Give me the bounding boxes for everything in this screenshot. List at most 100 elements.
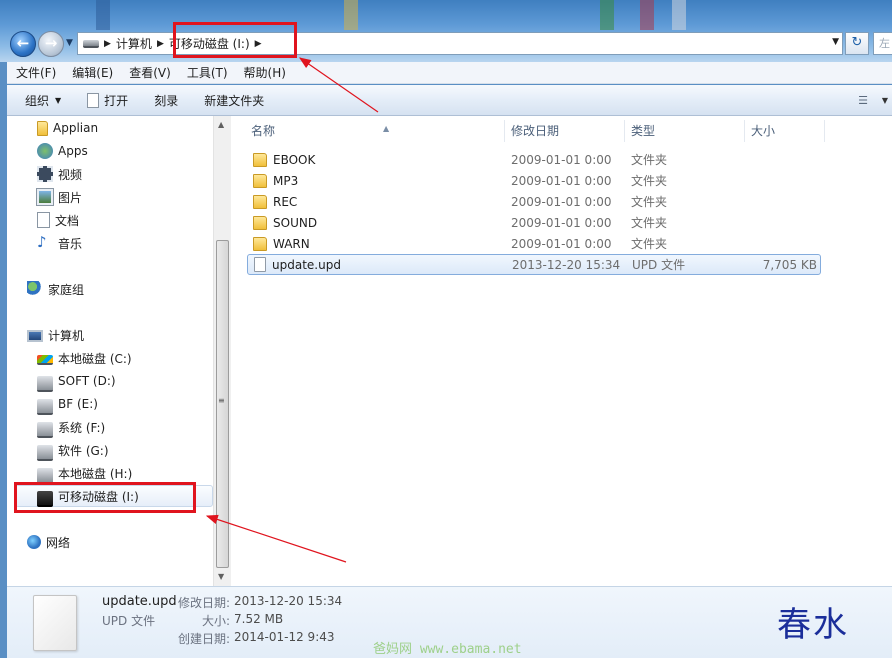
column-header-label: 修改日期 xyxy=(511,124,560,138)
video-icon xyxy=(37,166,53,182)
column-header-name[interactable]: 名称 ▲ xyxy=(245,120,505,142)
file-row[interactable]: EBOOK 2009-01-01 0:00 文件夹 xyxy=(247,149,821,170)
nav-item-pictures[interactable]: 图片 xyxy=(36,187,83,207)
organize-button[interactable]: 组织 ▼ xyxy=(25,92,61,109)
nav-item-documents[interactable]: 文档 xyxy=(37,210,79,230)
breadcrumb-separator-icon[interactable]: ▶ xyxy=(104,39,111,49)
document-icon xyxy=(87,92,100,108)
file-type: 文件夹 xyxy=(631,195,668,209)
column-header-type[interactable]: 类型 xyxy=(625,120,745,142)
folder-icon xyxy=(253,173,267,188)
chevron-down-icon: ▼ xyxy=(66,38,73,48)
view-dropdown-icon[interactable]: ▼ xyxy=(882,96,888,105)
hard-drive-icon xyxy=(37,445,53,461)
file-modified: 2009-01-01 0:00 xyxy=(511,215,612,230)
details-pane: update.upd UPD 文件 修改日期: 2013-12-20 15:34… xyxy=(7,586,892,658)
nav-item-drive-g[interactable]: 软件 (G:) xyxy=(37,440,109,461)
nav-item-label: 视频 xyxy=(58,167,83,182)
column-header-label: 大小 xyxy=(751,124,776,138)
scroll-down-icon[interactable]: ▼ xyxy=(218,572,224,581)
burn-button[interactable]: 刻录 xyxy=(154,92,178,109)
breadcrumb-computer[interactable]: 计算机 xyxy=(116,35,152,52)
scrollbar-grip-icon: ≡ xyxy=(218,396,225,405)
background-decoration xyxy=(640,0,654,30)
back-button[interactable]: ← xyxy=(10,31,36,57)
new-folder-label: 新建文件夹 xyxy=(204,93,265,108)
column-header-size[interactable]: 大小 xyxy=(745,120,825,142)
file-icon xyxy=(254,257,266,272)
site-watermark: 爸妈网 www.ebama.net xyxy=(373,642,522,657)
nav-item-label: 文档 xyxy=(55,213,80,228)
file-list-pane: 名称 ▲ 修改日期 类型 大小 EBOOK 2009-01-01 0:00 文件… xyxy=(231,116,892,586)
menu-view[interactable]: 查看(V) xyxy=(129,64,171,81)
search-input[interactable]: 左 xyxy=(873,32,892,55)
file-name: EBOOK xyxy=(273,152,316,167)
open-label: 打开 xyxy=(104,93,129,108)
file-size: 7,705 KB xyxy=(762,257,817,272)
folder-icon xyxy=(253,152,267,167)
scroll-up-icon[interactable]: ▲ xyxy=(218,120,224,129)
file-row[interactable]: WARN 2009-01-01 0:00 文件夹 xyxy=(247,233,821,254)
annotation-highlight-address xyxy=(173,22,297,58)
burn-label: 刻录 xyxy=(154,93,179,108)
menu-tools[interactable]: 工具(T) xyxy=(187,64,228,81)
nav-item-label: BF (E:) xyxy=(58,397,98,411)
navigation-scrollbar[interactable]: ▲ ≡ ▼ xyxy=(213,116,231,586)
command-bar: 组织 ▼ 打开 刻录 新建文件夹 ☰ ▼ xyxy=(7,85,892,116)
nav-item-homegroup[interactable]: 家庭组 xyxy=(27,279,84,299)
nav-item-video[interactable]: 视频 xyxy=(37,164,82,184)
file-row[interactable]: MP3 2009-01-01 0:00 文件夹 xyxy=(247,170,821,191)
new-folder-button[interactable]: 新建文件夹 xyxy=(204,92,264,109)
file-name: REC xyxy=(273,194,298,209)
hard-drive-icon xyxy=(37,399,53,415)
details-size-label: 大小: xyxy=(202,614,231,628)
nav-item-label: 家庭组 xyxy=(48,282,85,297)
view-options-icon[interactable]: ☰ xyxy=(858,94,868,107)
address-dropdown-icon[interactable]: ▼ xyxy=(832,37,839,47)
nav-item-drive-h[interactable]: 本地磁盘 (H:) xyxy=(37,463,132,484)
nav-item-label: 软件 (G:) xyxy=(58,443,109,458)
network-icon xyxy=(27,535,41,549)
nav-item-label: SOFT (D:) xyxy=(58,374,116,388)
details-modified-value: 2013-12-20 15:34 xyxy=(234,594,343,608)
nav-item-apps[interactable]: Apps xyxy=(37,141,88,161)
nav-item-drive-f[interactable]: 系统 (F:) xyxy=(37,417,105,438)
hard-drive-icon xyxy=(37,422,53,438)
forward-button[interactable]: → xyxy=(38,31,64,57)
breadcrumb-separator-icon[interactable]: ▶ xyxy=(157,39,164,49)
apps-icon xyxy=(37,143,53,159)
recent-pages-button[interactable]: ▼ xyxy=(66,38,73,48)
background-decoration xyxy=(672,0,686,30)
nav-item-computer[interactable]: 计算机 xyxy=(27,325,84,345)
column-header-modified[interactable]: 修改日期 xyxy=(505,120,625,142)
file-row[interactable]: SOUND 2009-01-01 0:00 文件夹 xyxy=(247,212,821,233)
nav-item-applian[interactable]: Applian xyxy=(37,118,98,138)
file-name: update.upd xyxy=(272,257,341,272)
menu-edit[interactable]: 编辑(E) xyxy=(72,64,113,81)
nav-item-drive-d[interactable]: SOFT (D:) xyxy=(37,371,116,392)
file-row[interactable]: REC 2009-01-01 0:00 文件夹 xyxy=(247,191,821,212)
folder-icon xyxy=(253,215,267,230)
nav-item-music[interactable]: ♪ 音乐 xyxy=(37,233,82,253)
file-modified: 2009-01-01 0:00 xyxy=(511,194,612,209)
document-icon xyxy=(37,212,50,228)
file-name: SOUND xyxy=(273,215,318,230)
file-type: 文件夹 xyxy=(631,216,668,230)
music-icon: ♪ xyxy=(37,233,47,251)
nav-item-drive-c[interactable]: 本地磁盘 (C:) xyxy=(37,348,132,368)
navigation-pane: Applian Apps 视频 图片 文档 ♪ 音乐 家庭组 计算机 本地磁盘 … xyxy=(7,116,213,586)
file-type: 文件夹 xyxy=(631,153,668,167)
nav-item-drive-e[interactable]: BF (E:) xyxy=(37,394,98,415)
background-decoration xyxy=(344,0,358,30)
menu-file[interactable]: 文件(F) xyxy=(16,64,56,81)
hard-drive-icon xyxy=(37,376,53,392)
file-modified: 2009-01-01 0:00 xyxy=(511,152,612,167)
file-row-selected[interactable]: update.upd 2013-12-20 15:34 UPD 文件 7,705… xyxy=(247,254,821,275)
nav-item-label: 计算机 xyxy=(48,328,85,343)
nav-item-label: 本地磁盘 (C:) xyxy=(58,351,132,366)
open-button[interactable]: 打开 xyxy=(87,92,128,109)
nav-item-label: 图片 xyxy=(58,190,83,205)
refresh-button[interactable]: ↻ xyxy=(845,32,869,55)
menu-help[interactable]: 帮助(H) xyxy=(244,64,286,81)
nav-item-network[interactable]: 网络 xyxy=(27,532,70,552)
